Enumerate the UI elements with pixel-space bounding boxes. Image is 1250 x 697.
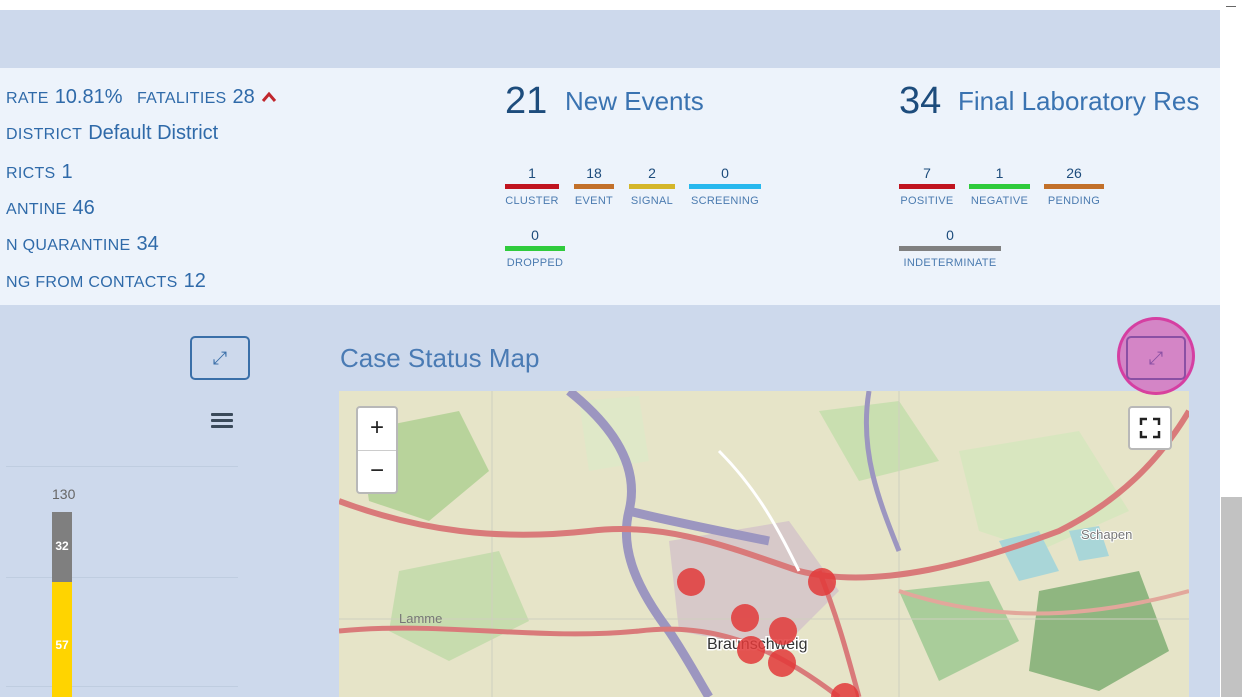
event-event-value: 18 bbox=[586, 165, 602, 181]
event-screening-bar bbox=[689, 184, 761, 189]
case-marker[interactable] bbox=[737, 636, 765, 664]
lab-negative-bar bbox=[969, 184, 1030, 189]
lab-indeterminate-value: 0 bbox=[946, 227, 954, 243]
case-marker[interactable] bbox=[808, 568, 836, 596]
case-marker[interactable] bbox=[677, 568, 705, 596]
stat-rate-label: RATE bbox=[6, 90, 49, 107]
stat-from-contacts: NG FROM CONTACTS 12 bbox=[6, 270, 206, 293]
lab-indeterminate-bar bbox=[899, 246, 1001, 251]
map-zoom-control: + − bbox=[356, 406, 398, 494]
stat-in-quarantine-value: 34 bbox=[136, 233, 159, 255]
top-band bbox=[0, 10, 1220, 68]
event-signal: 2 SIGNAL bbox=[629, 164, 675, 207]
lab-positive-label: POSITIVE bbox=[900, 195, 954, 207]
fullscreen-icon bbox=[1139, 417, 1161, 439]
stat-fatalities-value: 28 bbox=[232, 86, 255, 108]
event-dropped-value: 0 bbox=[531, 227, 539, 243]
gridline bbox=[6, 466, 238, 467]
event-dropped: 0 DROPPED bbox=[505, 226, 565, 269]
gridline bbox=[6, 686, 238, 687]
stat-from-contacts-label: NG FROM CONTACTS bbox=[6, 274, 178, 291]
stat-district-label: DISTRICT bbox=[6, 126, 83, 143]
stat-districts-label: RICTS bbox=[6, 165, 56, 182]
lab-positive: 7 POSITIVE bbox=[899, 164, 955, 207]
place-label-lamme: Lamme bbox=[399, 611, 442, 626]
stat-district: DISTRICT Default District bbox=[6, 122, 218, 145]
stat-districts-value: 1 bbox=[61, 161, 73, 183]
lab-negative-label: NEGATIVE bbox=[970, 195, 1029, 207]
event-event-bar bbox=[574, 184, 614, 189]
map-title: Case Status Map bbox=[340, 343, 540, 373]
hamburger-menu-icon[interactable] bbox=[205, 410, 239, 438]
event-signal-label: SIGNAL bbox=[630, 195, 674, 207]
map-tiles: Lamme Braunschweig Schapen bbox=[339, 391, 1189, 697]
stat-rate-value: 10.81% bbox=[54, 86, 123, 108]
lab-pending: 26 PENDING bbox=[1044, 164, 1104, 207]
zoom-out-button[interactable]: − bbox=[358, 451, 396, 493]
event-event-label: EVENT bbox=[574, 195, 614, 207]
event-event: 18 EVENT bbox=[574, 164, 614, 207]
events-count: 21 bbox=[505, 80, 548, 122]
stat-quarantine-value: 46 bbox=[72, 197, 95, 219]
stat-from-contacts-value: 12 bbox=[183, 270, 206, 292]
event-cluster-bar bbox=[505, 184, 559, 189]
chevron-up-icon bbox=[261, 90, 277, 108]
click-highlight bbox=[1117, 317, 1195, 395]
lab-negative: 1 NEGATIVE bbox=[969, 164, 1030, 207]
event-screening-label: SCREENING bbox=[690, 195, 760, 207]
stat-in-quarantine: N QUARANTINE 34 bbox=[6, 233, 159, 256]
lab-pending-bar bbox=[1044, 184, 1104, 189]
scroll-minus-icon bbox=[1226, 6, 1236, 7]
scrollbar-thumb[interactable] bbox=[1221, 497, 1242, 697]
stat-district-value: Default District bbox=[88, 122, 219, 144]
lab-title: Final Laboratory Res bbox=[958, 86, 1200, 116]
event-cluster: 1 CLUSTER bbox=[505, 164, 559, 207]
lab-count: 34 bbox=[899, 80, 942, 122]
zoom-in-button[interactable]: + bbox=[358, 408, 396, 450]
lab-pending-label: PENDING bbox=[1047, 195, 1101, 207]
chart-expand-button[interactable]: ⤢ bbox=[190, 336, 250, 380]
events-title: New Events bbox=[565, 86, 704, 116]
expand-icon: ⤢ bbox=[212, 348, 228, 368]
event-screening: 0 SCREENING bbox=[689, 164, 761, 207]
event-dropped-bar bbox=[505, 246, 565, 251]
lab-negative-value: 1 bbox=[995, 165, 1004, 181]
chart-axis-label: 130 bbox=[52, 486, 76, 502]
stats-panel: RATE 10.81% FATALITIES 28 DISTRICT Default … bbox=[0, 68, 1220, 305]
event-cluster-label: CLUSTER bbox=[505, 195, 559, 207]
lab-positive-value: 7 bbox=[923, 165, 931, 181]
case-marker[interactable] bbox=[731, 604, 759, 632]
map-fullscreen-button[interactable] bbox=[1128, 406, 1172, 450]
event-dropped-label: DROPPED bbox=[506, 257, 564, 269]
stat-districts: RICTS 1 bbox=[6, 161, 73, 184]
chart-segment-label: 57 bbox=[55, 638, 69, 652]
stat-rate: RATE 10.81% FATALITIES 28 bbox=[6, 86, 277, 109]
stat-quarantine: ANTINE 46 bbox=[6, 197, 95, 220]
lab-positive-bar bbox=[899, 184, 955, 189]
stat-in-quarantine-label: N QUARANTINE bbox=[6, 237, 131, 254]
stat-fatalities-label: FATALITIES bbox=[136, 90, 227, 107]
event-signal-value: 2 bbox=[648, 165, 656, 181]
stat-quarantine-label: ANTINE bbox=[6, 201, 67, 218]
event-cluster-value: 1 bbox=[528, 165, 536, 181]
chart-segment-label: 32 bbox=[55, 539, 69, 553]
event-signal-bar bbox=[629, 184, 675, 189]
lab-pending-value: 26 bbox=[1066, 165, 1082, 181]
case-marker[interactable] bbox=[769, 617, 797, 645]
gridline bbox=[6, 577, 238, 578]
case-status-map[interactable]: Lamme Braunschweig Schapen bbox=[339, 391, 1189, 697]
lab-indeterminate: 0 INDETERMINATE bbox=[899, 226, 1001, 269]
case-marker[interactable] bbox=[768, 649, 796, 677]
lab-indeterminate-label: INDETERMINATE bbox=[903, 257, 997, 269]
event-screening-value: 0 bbox=[721, 165, 729, 181]
place-label-schapen: Schapen bbox=[1081, 527, 1132, 542]
